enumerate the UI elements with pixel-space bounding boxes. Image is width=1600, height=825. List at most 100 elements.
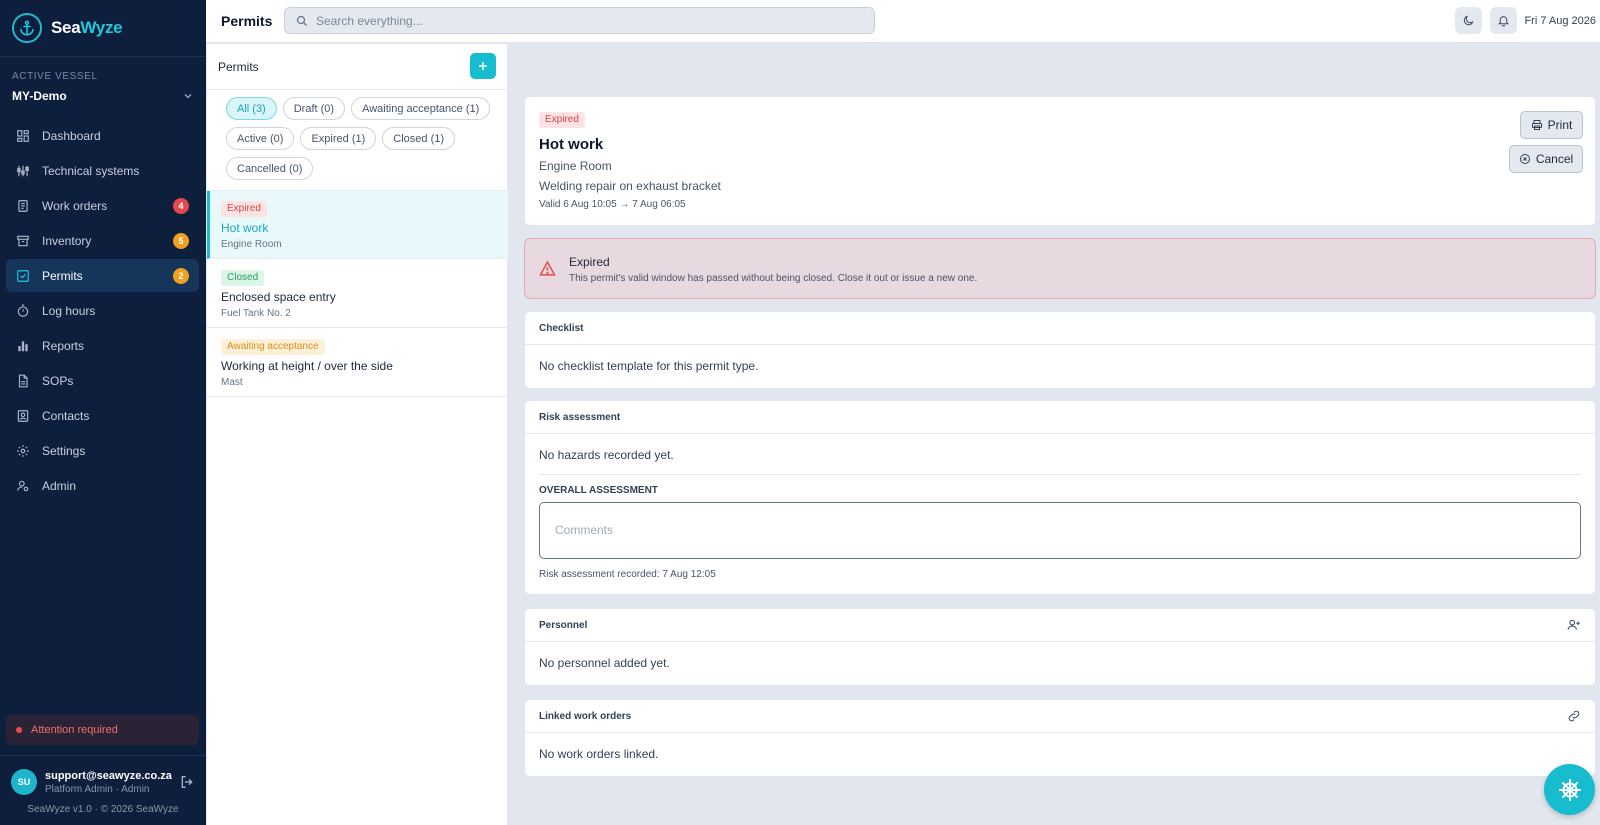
cancel-permit-button[interactable]: Cancel [1509,145,1583,173]
logout-icon[interactable] [179,774,195,790]
permit-list-item[interactable]: Awaiting acceptance Working at height / … [207,329,508,397]
nav-item-permits[interactable]: Permits 2 [6,259,199,292]
version-footer: SeaWyze v1.0 · © 2026 SeaWyze [27,804,179,815]
permit-validity-window: Valid 6 Aug 10:05 → 7 Aug 06:05 [539,199,686,210]
user-info: support@seawyze.co.za Platform Admin · A… [45,770,179,795]
clipboard-icon [16,199,30,213]
current-date: Fri 7 Aug 2026 [1524,15,1596,27]
section-title: Checklist [539,322,584,334]
nav-label: Work orders [42,198,108,213]
global-search[interactable] [284,7,875,34]
checklist-card: Checklist No checklist template for this… [524,311,1596,389]
nav-label: Admin [42,478,77,493]
nav-item-sops[interactable]: SOPs [6,364,199,397]
permit-list-item[interactable]: Expired Hot work Engine Room [207,191,508,259]
add-permit-button[interactable] [470,53,496,79]
nav-item-technical-systems[interactable]: Technical systems [6,154,199,187]
permit-detail-location: Engine Room [539,159,612,173]
status-badge: Awaiting acceptance [221,339,325,355]
warning-triangle-icon [539,260,556,276]
filter-chip-draft[interactable]: Draft (0) [282,97,346,120]
nav-item-contacts[interactable]: Contacts [6,399,199,432]
nav-label: Permits [42,268,83,283]
work-orders-count-badge: 4 [173,197,189,214]
risk-assessment-card: Risk assessment No hazards recorded yet.… [524,400,1596,595]
systems-icon [16,164,30,178]
user-profile: SU support@seawyze.co.za Platform Admin … [11,769,195,795]
alert-title: Expired [569,255,610,269]
inventory-count-badge: 5 [173,232,189,249]
filter-chip-active[interactable]: Active (0) [226,127,295,150]
linked-work-orders-card: Linked work orders No work orders linked… [524,699,1596,777]
checklist-header: Checklist [525,312,1595,345]
permit-title: Enclosed space entry [221,290,336,304]
nav-label: Inventory [42,233,92,248]
dark-mode-button[interactable] [1455,7,1482,34]
search-input[interactable] [316,13,856,28]
permits-list-title: Permits [218,60,259,74]
page-title: Permits [221,13,273,29]
attention-required-alert[interactable]: Attention required [6,715,199,745]
nav-item-admin[interactable]: Admin [6,469,199,502]
nav-item-inventory[interactable]: Inventory 5 [6,224,199,257]
status-badge: Expired [539,112,585,128]
brand-name: SeaWyze [51,18,123,37]
document-icon [16,374,30,388]
nav-item-reports[interactable]: Reports [6,329,199,362]
comments-textarea[interactable] [539,502,1581,559]
ship-wheel-icon [1558,778,1581,801]
user-email: support@seawyze.co.za [45,769,172,782]
notifications-button[interactable] [1490,7,1517,34]
filter-chip-all[interactable]: All (3) [226,97,277,120]
nav-label: Technical systems [42,163,140,178]
permit-summary-card: Expired Hot work Engine Room Welding rep… [524,96,1596,226]
gear-icon [16,444,30,458]
nav-label: Settings [42,443,86,458]
print-label: Print [1547,118,1573,132]
permit-location: Fuel Tank No. 2 [221,308,291,319]
plus-icon [479,62,487,70]
section-title: Personnel [539,619,588,631]
permit-location: Engine Room [221,239,282,250]
permit-list-item[interactable]: Closed Enclosed space entry Fuel Tank No… [207,260,508,328]
brand[interactable]: SeaWyze [12,13,123,43]
nav-item-dashboard[interactable]: Dashboard [6,119,199,152]
filter-chip-cancelled[interactable]: Cancelled (0) [226,157,314,180]
overall-assessment-label: OVERALL ASSESSMENT [539,485,658,496]
nav-item-settings[interactable]: Settings [6,434,199,467]
avatar[interactable]: SU [11,769,37,795]
vessel-selector[interactable]: MY-Demo [12,86,194,106]
anchor-logo-icon [12,13,42,43]
filter-chip-awaiting-acceptance[interactable]: Awaiting acceptance (1) [351,97,491,120]
print-button[interactable]: Print [1520,111,1583,139]
nav-label: Reports [42,338,85,353]
status-badge: Closed [221,270,265,286]
nav-item-log-hours[interactable]: Log hours [6,294,199,327]
archive-icon [16,234,30,248]
filter-chip-closed[interactable]: Closed (1) [382,127,456,150]
permit-location: Mast [221,377,243,388]
nav-label: Dashboard [42,128,101,143]
link-icon[interactable] [1567,709,1581,723]
permit-title: Hot work [221,221,269,235]
permits-list-panel: Permits All (3) Draft (0) Awaiting accep… [207,44,508,825]
nav-item-work-orders[interactable]: Work orders 4 [6,189,199,222]
personnel-empty-message: No personnel added yet. [539,656,670,670]
dashboard-icon [16,129,30,143]
printer-icon [1531,120,1542,130]
moon-icon [1463,15,1474,26]
helm-assistant-button[interactable] [1544,764,1595,815]
personnel-header: Personnel [525,609,1595,642]
vessel-name: MY-Demo [12,89,67,103]
cancel-label: Cancel [1535,152,1574,166]
permit-detail-description: Welding repair on exhaust bracket [539,179,721,193]
add-person-icon[interactable] [1567,618,1581,632]
contact-book-icon [16,409,30,423]
divider [0,755,206,756]
admin-icon [16,479,30,493]
stopwatch-icon [16,304,30,318]
expired-alert-banner: Expired This permit's valid window has p… [524,238,1596,299]
bar-chart-icon [16,339,30,353]
nav-label: Log hours [42,303,96,318]
filter-chip-expired[interactable]: Expired (1) [300,127,377,150]
